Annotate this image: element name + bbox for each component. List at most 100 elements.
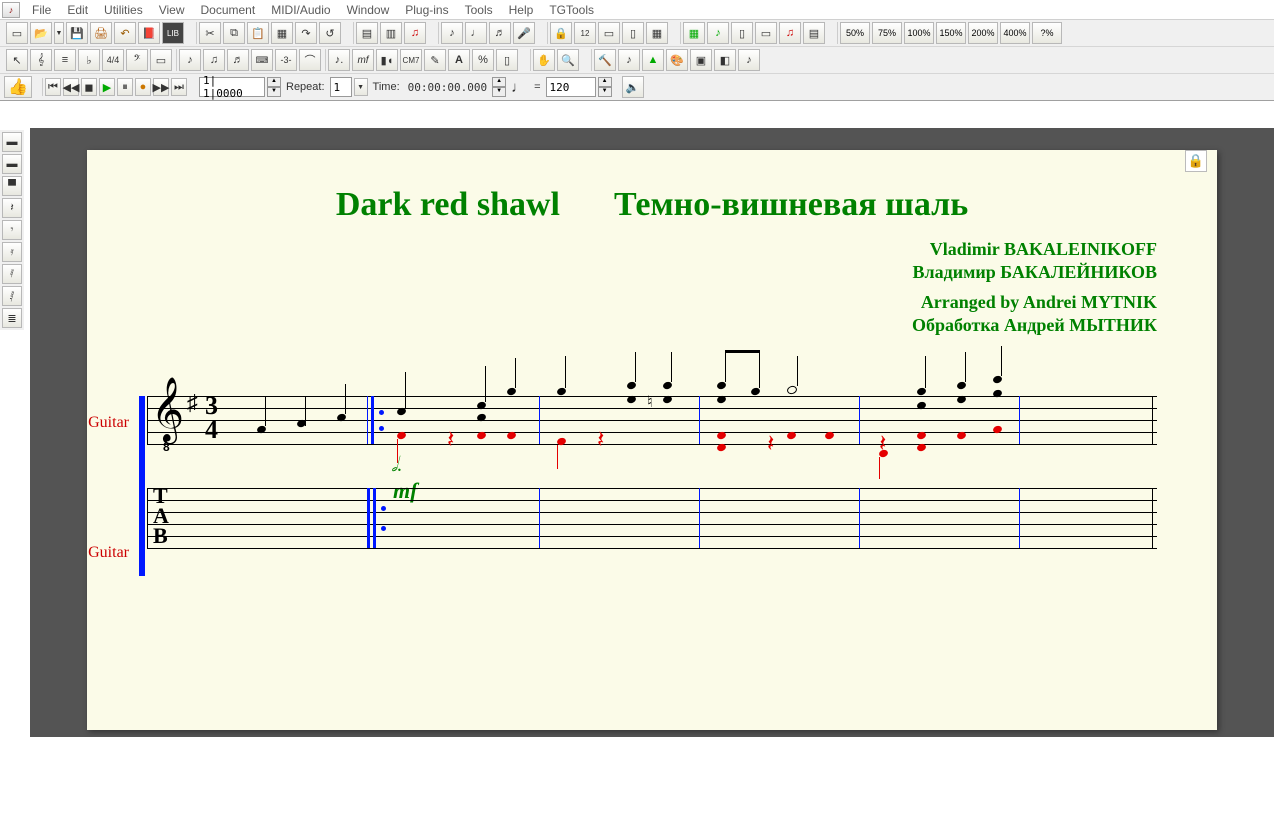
redo-icon[interactable]: ↷ (295, 22, 317, 44)
scroll-view-icon[interactable]: ▥ (380, 22, 402, 44)
record-icon[interactable]: ● (135, 78, 151, 96)
simple-entry-icon[interactable]: ♪ (179, 49, 201, 71)
book-icon[interactable]: 📕 (138, 22, 160, 44)
note2-icon[interactable]: ♩ (465, 22, 487, 44)
speedy-entry-icon[interactable]: ♫ (203, 49, 225, 71)
menu-window[interactable]: Window (339, 1, 398, 19)
graphics-icon[interactable]: ▯ (496, 49, 518, 71)
chord-icon[interactable]: CM7 (400, 49, 422, 71)
palette-icon[interactable]: 🎨 (666, 49, 688, 71)
menu-tgtools[interactable]: TGTools (541, 1, 602, 19)
text-icon[interactable]: A (448, 49, 470, 71)
print-icon[interactable]: 🖨 (90, 22, 112, 44)
selection-tool-icon[interactable]: ↖ (6, 49, 28, 71)
rest-tool-icon[interactable]: ▯ (622, 22, 644, 44)
128th-rest-icon[interactable]: 𝅁 (2, 286, 22, 306)
note-tool-icon[interactable]: ♫ (779, 22, 801, 44)
position-spinner[interactable]: ▲▼ (267, 77, 281, 97)
half-rest-icon[interactable]: ▬ (2, 154, 22, 174)
sheet-icon[interactable]: ▤ (803, 22, 825, 44)
layout-icon[interactable]: ▦ (646, 22, 668, 44)
zoom-other[interactable]: ?% (1032, 22, 1062, 44)
staff-tablature[interactable]: T A B (147, 488, 1157, 548)
hand-icon[interactable]: ✋ (533, 49, 555, 71)
percent-icon[interactable]: % (472, 49, 494, 71)
tempo-spinner[interactable]: ▲▼ (598, 77, 612, 97)
note-color-icon[interactable]: ♪ (707, 22, 729, 44)
undo-icon[interactable]: ↶ (114, 22, 136, 44)
menu-tools[interactable]: Tools (457, 1, 501, 19)
quarter-rest-icon[interactable]: ▀ (2, 176, 22, 196)
menu-edit[interactable]: Edit (59, 1, 96, 19)
zoom-tool-icon[interactable]: 🔍 (557, 49, 579, 71)
zoom-150[interactable]: 150% (936, 22, 966, 44)
64th-rest-icon[interactable]: 𝅀 (2, 264, 22, 284)
undo2-icon[interactable]: ↺ (319, 22, 341, 44)
lyrics-icon[interactable]: ✎ (424, 49, 446, 71)
forward-end-icon[interactable]: ⏭ (171, 78, 187, 96)
expression-icon[interactable]: mf (352, 49, 374, 71)
bar-tool-icon[interactable]: ≡ (54, 49, 76, 71)
clef-tool-icon[interactable]: 𝄢 (126, 49, 148, 71)
zoom-75[interactable]: 75% (872, 22, 902, 44)
cut-icon[interactable]: ✂ (199, 22, 221, 44)
shape-icon[interactable]: ▲ (642, 49, 664, 71)
zoom-200[interactable]: 200% (968, 22, 998, 44)
menu-document[interactable]: Document (193, 1, 264, 19)
layer-lock-icon[interactable]: 🔒 (1185, 150, 1207, 172)
green-tool-icon[interactable]: ▦ (683, 22, 705, 44)
whole-rest-icon[interactable]: ▬ (2, 132, 22, 152)
tempo-field[interactable] (546, 77, 596, 97)
workspace[interactable]: Dark red shawl Темно-вишневая шаль Vladi… (30, 128, 1274, 737)
save-icon[interactable]: 💾 (66, 22, 88, 44)
key-tool-icon[interactable]: ♭ (78, 49, 100, 71)
menu-plugins[interactable]: Plug-ins (397, 1, 456, 19)
multi-rest-icon[interactable]: ≣ (2, 308, 22, 328)
select-icon[interactable]: ▦ (271, 22, 293, 44)
grid-icon[interactable]: 12 (574, 22, 596, 44)
time-tool-icon[interactable]: 4/4 (102, 49, 124, 71)
library-icon[interactable]: LIB (162, 22, 184, 44)
score-title[interactable]: Dark red shawl Темно-вишневая шаль (147, 186, 1157, 224)
menu-midi-audio[interactable]: MIDI/Audio (263, 1, 338, 19)
lock-tool-icon[interactable]: 🔒 (550, 22, 572, 44)
note3-icon[interactable]: ♬ (489, 22, 511, 44)
page-view-icon[interactable]: ▤ (356, 22, 378, 44)
zoom-100[interactable]: 100% (904, 22, 934, 44)
32nd-rest-icon[interactable]: 𝄿 (2, 242, 22, 262)
stop-icon[interactable]: ◼ (81, 78, 97, 96)
speaker-icon[interactable]: 🔈 (622, 76, 644, 98)
repeat-field[interactable]: 1 (330, 77, 352, 97)
open-icon[interactable]: 📂 (30, 22, 52, 44)
staff-tool-icon[interactable]: 𝄞 (30, 49, 52, 71)
staff-notation[interactable]: 𝄞 8 ♯ 34 (147, 396, 1157, 444)
repeat-dropdown-icon[interactable]: ▼ (354, 78, 368, 96)
menu-view[interactable]: View (151, 1, 193, 19)
hyperscribe-icon[interactable]: ♬ (227, 49, 249, 71)
16th-rest-icon[interactable]: 𝄾 (2, 220, 22, 240)
studio-view-icon[interactable]: ♫ (404, 22, 426, 44)
time-spinner[interactable]: ▲▼ (492, 77, 506, 97)
doc-icon[interactable]: ▯ (731, 22, 753, 44)
note1-icon[interactable]: ♪ (441, 22, 463, 44)
midi-tool-icon[interactable]: ♪ (738, 49, 760, 71)
staff-system[interactable]: Guitar 𝄞 8 ♯ 34 (147, 396, 1157, 548)
new-doc-icon[interactable]: ▭ (6, 22, 28, 44)
tuplet-icon[interactable]: -3- (275, 49, 297, 71)
forward-icon[interactable]: ▶▶ (153, 78, 169, 96)
measure-icon[interactable]: ▭ (598, 22, 620, 44)
menu-utilities[interactable]: Utilities (96, 1, 151, 19)
eighth-rest-icon[interactable]: 𝄽 (2, 198, 22, 218)
paste-icon[interactable]: 📋 (247, 22, 269, 44)
play-icon[interactable]: ▶ (99, 78, 115, 96)
rewind-icon[interactable]: ◀◀ (63, 78, 79, 96)
keyboard-icon[interactable]: ⌨ (251, 49, 273, 71)
copy-icon[interactable]: ⧉ (223, 22, 245, 44)
thumb-icon[interactable]: 👍 (4, 76, 32, 98)
score-credits[interactable]: Vladimir BAKALEINIKOFF Владимир БАКАЛЕЙН… (147, 238, 1157, 336)
page-tool-icon[interactable]: ▭ (755, 22, 777, 44)
mic-icon[interactable]: 🎤 (513, 22, 535, 44)
zoom-400[interactable]: 400% (1000, 22, 1030, 44)
hammer-icon[interactable]: 🔨 (594, 49, 616, 71)
pause-icon[interactable]: ⏸ (117, 78, 133, 96)
